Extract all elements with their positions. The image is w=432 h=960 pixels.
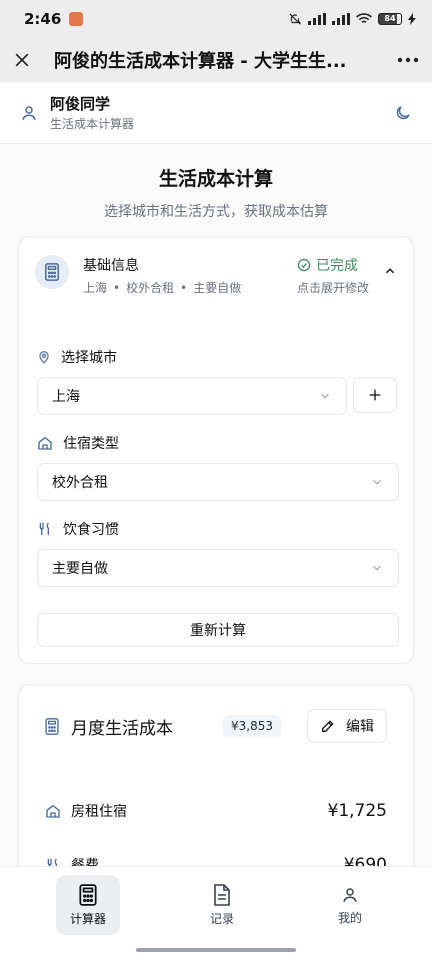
city-select[interactable]: 上海 [37,377,347,415]
basic-info-summary: 上海 • 校外合租 • 主要自做 [83,279,241,296]
user-header: 阿俊同学 生活成本计算器 [0,82,432,144]
charging-icon [408,13,416,25]
title-bar: 阿俊的生活成本计算器 - 大学生生... [0,38,432,82]
calculator-icon [79,883,97,906]
status-time: 2:46 [24,10,62,28]
utensils-icon [47,858,57,866]
total-cost-badge: ¥3,853 [223,715,281,737]
summary-housing: 校外合租 [126,281,175,295]
theme-toggle-button[interactable] [394,104,412,122]
housing-select[interactable]: 校外合租 [37,463,399,501]
document-icon [214,883,230,906]
recalculate-button[interactable]: 重新计算 [37,613,399,647]
city-value: 上海 [52,389,80,405]
battery-level: 84 [384,14,396,23]
utensils-icon [39,522,49,535]
nav-calculator[interactable]: 计算器 [56,875,120,935]
moon-icon [396,105,410,119]
basic-info-title: 基础信息 [83,258,139,274]
diet-label-text: 饮食习惯 [63,522,119,538]
pencil-icon [322,720,334,732]
summary-separator: • [180,281,188,295]
edit-button[interactable]: 编辑 [307,709,387,743]
more-icon [397,57,419,63]
user-name: 阿俊同学 [50,95,111,113]
nav-label: 我的 [337,910,362,925]
monthly-cost-title: 月度生活成本 [71,718,173,739]
city-label: 选择城市 [37,347,117,367]
battery-icon: 84 [378,13,402,25]
cost-row-food: 餐费 ¥690 [45,855,387,866]
home-indicator[interactable] [136,948,296,952]
status-label: 已完成 [315,258,358,274]
cost-label: 房租住宿 [71,804,127,820]
cost-value: ¥690 [343,855,387,866]
chevron-up-icon [385,268,395,274]
cost-row-housing: 房租住宿 ¥1,725 [45,801,387,821]
app-notification-icon [69,12,84,26]
calculator-icon [44,263,60,281]
chevron-down-icon [373,479,381,485]
signal-icon [308,13,326,25]
basic-info-header[interactable]: 基础信息 上海 • 校外合租 • 主要自做 已完成 点击展开修改 [19,237,413,296]
bottom-nav: 计算器 记录 我的 [0,866,432,960]
chevron-down-icon [373,565,381,571]
home-icon [38,436,52,450]
calculator-icon [45,717,59,735]
page-title: 生活成本计算 [158,168,273,190]
user-icon [22,105,36,120]
city-label-text: 选择城市 [61,350,117,366]
window-title: 阿俊的生活成本计算器 - 大学生生... [54,51,347,72]
add-city-button[interactable] [353,377,397,413]
main-content: 生活成本计算 选择城市和生活方式，获取成本估算 基础信息 上海 • 校外合租 • 主要自… [0,144,432,866]
basic-info-card: 基础信息 上海 • 校外合租 • 主要自做 已完成 点击展开修改 选择城市 上海 [18,236,414,664]
nav-label: 计算器 [69,911,106,926]
user-icon [343,887,357,902]
close-button[interactable] [12,50,32,70]
status-hint: 点击展开修改 [296,281,369,295]
user-subtitle: 生活成本计算器 [50,117,135,131]
diet-label: 饮食习惯 [37,519,119,539]
status-bar: 2:46 84 [0,0,432,38]
diet-select[interactable]: 主要自做 [37,549,399,587]
collapse-toggle[interactable] [383,263,397,282]
cost-label: 餐费 [71,858,99,866]
nav-records[interactable]: 记录 [190,875,254,935]
map-pin-icon [39,351,49,364]
summary-separator: • [113,281,121,295]
summary-diet: 主要自做 [193,281,242,295]
check-circle-icon [297,258,311,272]
housing-label-text: 住宿类型 [63,436,119,452]
diet-value: 主要自做 [52,561,108,577]
page-subtitle: 选择城市和生活方式，获取成本估算 [104,204,328,220]
wifi-icon [356,13,372,23]
status-icons: 84 [288,12,416,26]
completion-status: 已完成 点击展开修改 [297,255,369,296]
calculator-badge [35,255,69,289]
nav-profile[interactable]: 我的 [318,875,382,935]
housing-label: 住宿类型 [37,433,119,453]
chevron-down-icon [321,393,329,399]
more-button[interactable] [396,48,420,72]
edit-label: 编辑 [346,719,374,735]
close-icon [15,53,29,67]
signal-icon-2 [332,13,350,25]
summary-city: 上海 [83,281,108,295]
housing-value: 校外合租 [52,475,108,491]
monthly-cost-card: 月度生活成本 ¥3,853 编辑 房租住宿 ¥1,725 餐费 ¥690 [18,684,414,866]
cost-value: ¥1,725 [327,801,387,821]
home-icon [46,804,60,818]
mute-icon [289,13,302,25]
nav-label: 记录 [209,911,234,926]
plus-icon [369,389,381,401]
